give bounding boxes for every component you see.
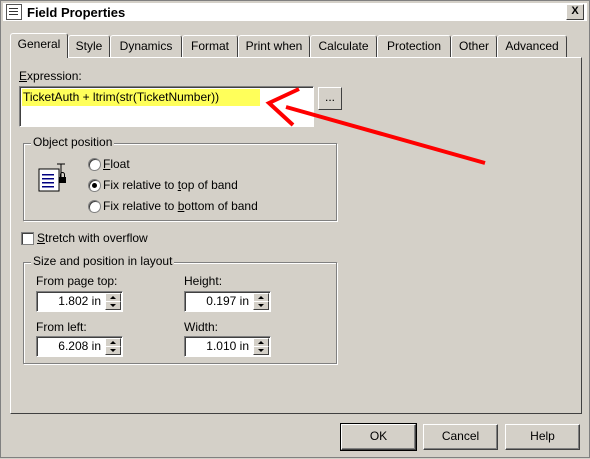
size-position-title: Size and position in layout — [31, 254, 175, 268]
expression-label: Expression: — [19, 69, 82, 83]
from-page-top-spin — [105, 293, 121, 310]
tab-format[interactable]: Format — [182, 35, 238, 58]
ok-button[interactable]: OK — [340, 423, 417, 451]
field-properties-dialog: Field Properties X General Style Dynamic… — [0, 0, 590, 458]
expression-value: TicketAuth + ltrim(str(TicketNumber)) — [23, 90, 220, 104]
spin-down-icon[interactable] — [253, 301, 269, 310]
from-page-top-stepper[interactable]: 1.802 in — [36, 291, 123, 312]
radio-fix-bottom-label: Fix relative to bottom of band — [103, 199, 258, 213]
radio-fix-top-label: Fix relative to top of band — [103, 178, 238, 192]
object-position-icon — [38, 163, 66, 192]
tab-protection[interactable]: Protection — [377, 35, 451, 58]
radio-fix-top[interactable] — [88, 179, 101, 192]
spin-down-icon[interactable] — [253, 346, 269, 355]
tab-calculate[interactable]: Calculate — [310, 35, 377, 58]
tab-dynamics[interactable]: Dynamics — [110, 35, 182, 58]
width-spin — [253, 338, 269, 355]
stretch-overflow-checkbox[interactable] — [21, 232, 34, 245]
height-value: 0.197 in — [206, 294, 249, 308]
height-spin — [253, 293, 269, 310]
width-stepper[interactable]: 1.010 in — [184, 336, 271, 357]
width-label: Width: — [184, 320, 219, 334]
height-label: Height: — [184, 274, 223, 288]
stretch-overflow-label: Stretch with overflow — [37, 231, 148, 245]
window-title: Field Properties — [27, 4, 126, 20]
radio-fix-bottom[interactable] — [88, 200, 101, 213]
width-value: 1.010 in — [206, 339, 249, 353]
spin-down-icon[interactable] — [105, 301, 121, 310]
tab-advanced[interactable]: Advanced — [497, 35, 567, 58]
cancel-button[interactable]: Cancel — [423, 424, 498, 450]
expression-input[interactable]: TicketAuth + ltrim(str(TicketNumber)) — [19, 86, 314, 127]
tab-other[interactable]: Other — [451, 35, 497, 58]
tab-print-when[interactable]: Print when — [238, 35, 310, 58]
expression-builder-button[interactable]: ... — [318, 87, 342, 110]
object-position-title: Object position — [31, 135, 115, 149]
from-left-label: From left: — [36, 320, 87, 334]
from-left-spin — [105, 338, 121, 355]
tab-general[interactable]: General — [10, 33, 68, 58]
from-page-top-value: 1.802 in — [58, 294, 101, 308]
height-stepper[interactable]: 0.197 in — [184, 291, 271, 312]
from-left-stepper[interactable]: 6.208 in — [36, 336, 123, 357]
title-bar: Field Properties X — [3, 3, 587, 21]
window-icon — [6, 4, 22, 20]
close-button[interactable]: X — [566, 4, 584, 20]
from-page-top-label: From page top: — [36, 274, 118, 288]
help-button[interactable]: Help — [505, 424, 580, 450]
from-left-value: 6.208 in — [58, 339, 101, 353]
tab-style[interactable]: Style — [68, 35, 110, 58]
radio-float-label: Float — [103, 157, 130, 171]
spin-down-icon[interactable] — [105, 346, 121, 355]
radio-float[interactable] — [88, 158, 101, 171]
